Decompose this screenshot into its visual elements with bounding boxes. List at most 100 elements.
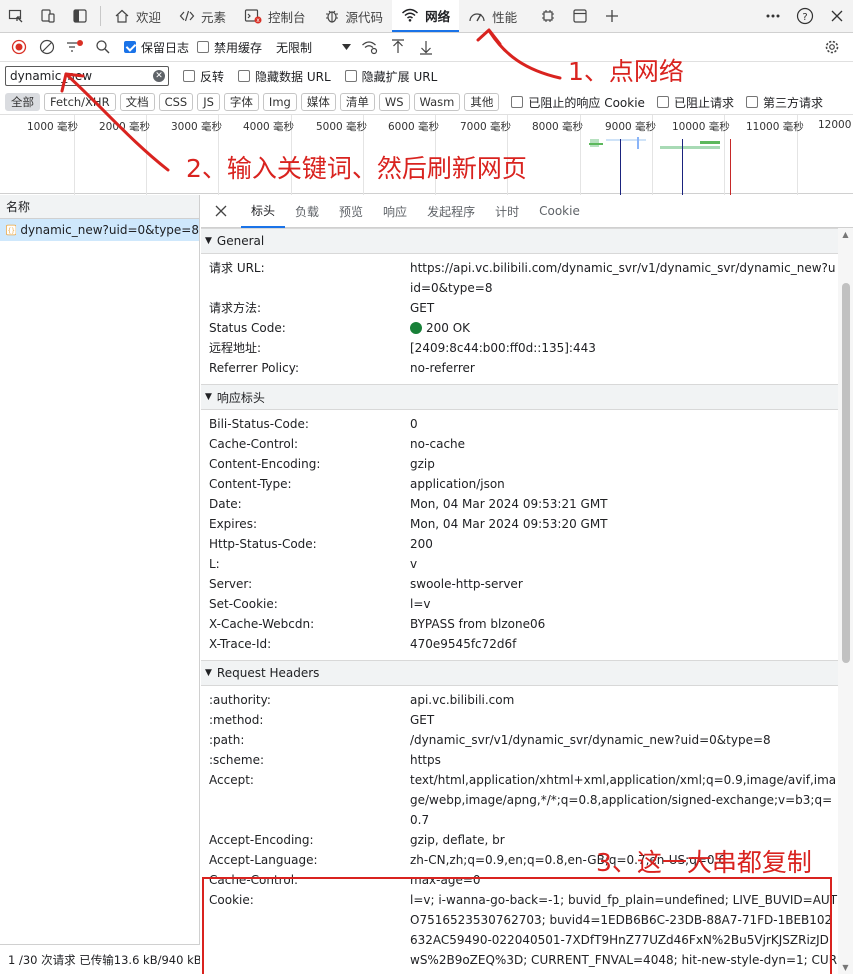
- inspect-icon[interactable]: [0, 0, 32, 32]
- record-button[interactable]: [6, 34, 32, 60]
- header-key: Server:: [209, 577, 253, 591]
- tab-initiator[interactable]: 发起程序: [417, 195, 485, 228]
- tab-timing[interactable]: 计时: [485, 195, 529, 228]
- tab-sources[interactable]: 源代码: [315, 0, 393, 32]
- header-value: BYPASS from blzone06: [410, 617, 546, 631]
- type-chip-font[interactable]: 字体: [223, 93, 259, 111]
- header-key: Status Code:: [209, 321, 286, 335]
- svg-text:x: x: [256, 17, 260, 24]
- tab-preview[interactable]: 预览: [329, 195, 373, 228]
- tab-response[interactable]: 响应: [373, 195, 417, 228]
- tab-elements[interactable]: 元素: [170, 0, 235, 32]
- header-row: 请求 URL: https://api.vc.bilibili.com/dyna…: [201, 258, 838, 298]
- header-value: GET: [410, 713, 435, 727]
- invert-checkbox[interactable]: 反转: [183, 68, 224, 85]
- response-headers-header[interactable]: ▼ 响应标头: [201, 384, 838, 410]
- tab-performance[interactable]: 性能: [459, 0, 526, 32]
- type-chip-fetch-xhr[interactable]: Fetch/XHR: [44, 93, 116, 111]
- tab-label: 控制台: [268, 9, 306, 25]
- tab-headers[interactable]: 标头: [241, 195, 286, 228]
- memory-icon[interactable]: [532, 0, 564, 32]
- timeline-tick: 8000 毫秒: [532, 121, 584, 133]
- clear-filter-icon[interactable]: ✕: [153, 70, 165, 82]
- search-button[interactable]: [90, 34, 116, 60]
- header-row: Bili-Status-Code: 0: [201, 414, 838, 434]
- request-headers-section: ▼ Request Headers :authority: api.vc.bili…: [201, 660, 853, 974]
- add-tool-icon[interactable]: [596, 0, 628, 32]
- import-har-button[interactable]: [385, 34, 411, 60]
- general-section-header[interactable]: ▼ General: [201, 228, 838, 254]
- tab-console[interactable]: x 控制台: [235, 0, 315, 32]
- tab-payload[interactable]: 负载: [285, 195, 329, 228]
- application-icon[interactable]: [564, 0, 596, 32]
- blocked-cookies-checkbox[interactable]: 已阻止的响应 Cookie: [511, 94, 645, 111]
- checkbox-box: [238, 70, 251, 82]
- scroll-up-icon[interactable]: ▲: [841, 230, 850, 239]
- svg-text:?: ?: [802, 12, 807, 23]
- expand-triangle-icon: ▼: [205, 236, 212, 246]
- filter-button[interactable]: [62, 34, 88, 60]
- timeline-tick: 10000 毫秒: [672, 121, 730, 133]
- header-value: 0: [410, 417, 418, 431]
- type-chip-other[interactable]: 其他: [464, 93, 500, 111]
- checkbox-box: [511, 96, 524, 108]
- scrollbar-thumb[interactable]: [842, 283, 850, 663]
- close-details-button[interactable]: [209, 199, 233, 223]
- tab-network[interactable]: 网络: [392, 0, 460, 32]
- network-conditions-button[interactable]: [357, 34, 383, 60]
- header-value: api.vc.bilibili.com: [410, 693, 515, 707]
- hide-data-url-label: 隐藏数据 URL: [255, 69, 331, 84]
- header-value: l=v: [410, 597, 431, 611]
- header-value: application/json: [410, 477, 505, 491]
- scroll-down-icon[interactable]: ▼: [841, 963, 850, 972]
- timeline-tick: 1000 毫秒: [27, 121, 79, 133]
- tab-welcome[interactable]: 欢迎: [105, 0, 170, 32]
- header-row: 远程地址: [2409:8c44:b00:ff0d::135]:443: [201, 338, 838, 358]
- type-chip-img[interactable]: Img: [262, 93, 297, 111]
- export-har-button[interactable]: [413, 34, 439, 60]
- filter-input[interactable]: dynamic_new ✕: [5, 66, 169, 86]
- name-column-header[interactable]: 名称: [0, 195, 199, 219]
- preserve-log-checkbox[interactable]: 保留日志: [124, 39, 189, 56]
- timeline-tick: 12000: [818, 119, 852, 131]
- network-settings-button[interactable]: [819, 34, 845, 60]
- more-options-icon[interactable]: [757, 0, 789, 32]
- general-rows: 请求 URL: https://api.vc.bilibili.com/dyna…: [201, 254, 853, 384]
- search-icon: [96, 40, 110, 54]
- header-key: Content-Encoding:: [209, 457, 321, 471]
- throttle-select[interactable]: 无限制: [272, 37, 355, 58]
- header-key: Cache-Control:: [209, 873, 299, 887]
- disable-cache-checkbox[interactable]: 禁用缓存: [197, 39, 262, 56]
- close-devtools-icon[interactable]: [821, 0, 853, 32]
- timeline-tick: 5000 毫秒: [316, 121, 368, 133]
- type-chip-wasm[interactable]: Wasm: [413, 93, 461, 111]
- third-party-checkbox[interactable]: 第三方请求: [745, 94, 823, 111]
- hide-data-url-checkbox[interactable]: 隐藏数据 URL: [238, 68, 331, 85]
- chevron-down-icon: [342, 44, 352, 50]
- type-chip-doc[interactable]: 文档: [119, 93, 155, 111]
- request-row[interactable]: {} dynamic_new?uid=0&type=8: [0, 219, 199, 241]
- dock-side-icon[interactable]: [64, 0, 96, 32]
- preserve-log-label: 保留日志: [141, 40, 190, 55]
- clear-button[interactable]: [34, 34, 60, 60]
- help-icon[interactable]: ?: [789, 0, 821, 32]
- header-key: Cache-Control:: [209, 437, 299, 451]
- type-chip-ws[interactable]: WS: [378, 93, 410, 111]
- header-key: Accept-Language:: [209, 853, 318, 867]
- blocked-requests-checkbox[interactable]: 已阻止请求: [656, 94, 734, 111]
- request-list-pane: 名称 {} dynamic_new?uid=0&type=8 1 /30 次请求…: [0, 195, 200, 974]
- header-row: :method: GET: [201, 710, 838, 730]
- checkbox-box: [124, 41, 136, 53]
- type-chip-manifest[interactable]: 清单: [339, 93, 375, 111]
- request-headers-header[interactable]: ▼ Request Headers: [201, 660, 838, 686]
- type-chip-css[interactable]: CSS: [158, 93, 194, 111]
- tab-cookies[interactable]: Cookie: [529, 195, 590, 228]
- request-header-rows: :authority: api.vc.bilibili.com:method: GE…: [201, 686, 853, 974]
- details-scrollbar[interactable]: ▲ ▼: [838, 228, 853, 974]
- checkbox-box: [344, 70, 357, 82]
- type-chip-all[interactable]: 全部: [5, 93, 40, 111]
- type-chip-js[interactable]: JS: [197, 93, 220, 111]
- type-chip-media[interactable]: 媒体: [300, 93, 336, 111]
- hide-extension-url-checkbox[interactable]: 隐藏扩展 URL: [344, 68, 437, 85]
- device-emulation-icon[interactable]: [32, 0, 64, 32]
